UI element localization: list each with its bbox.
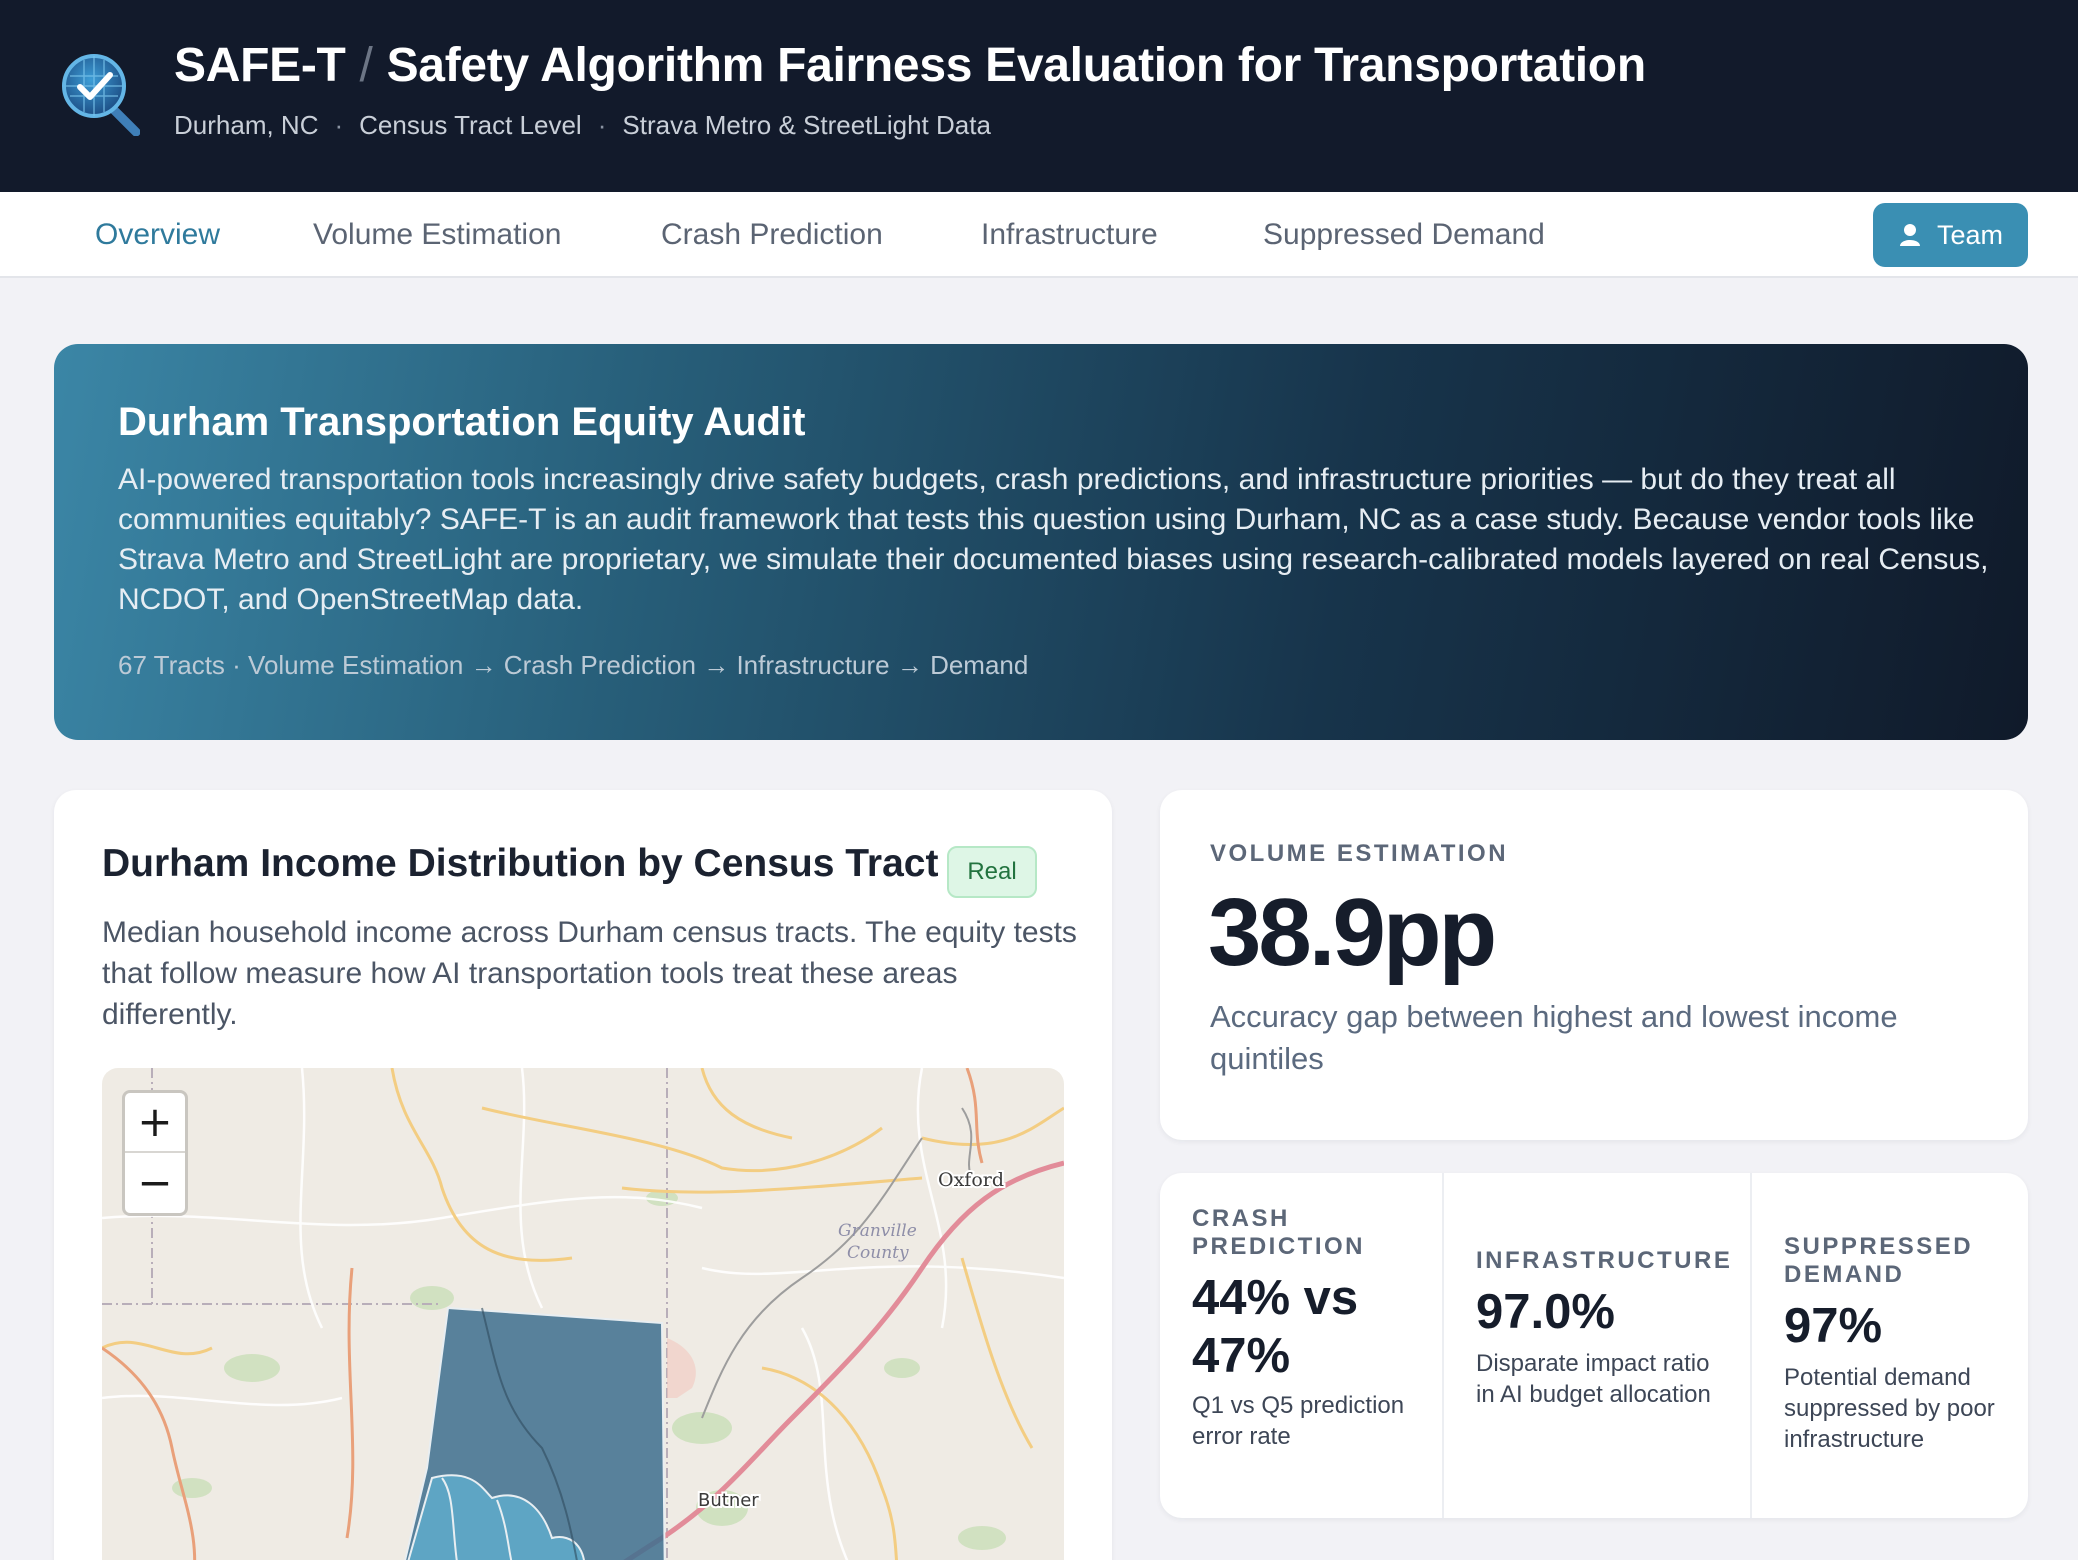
map-label-granville: Granville bbox=[838, 1221, 917, 1241]
location-label: Durham, NC bbox=[174, 110, 319, 140]
map-label-county: County bbox=[847, 1243, 909, 1263]
tab-overview[interactable]: Overview bbox=[95, 192, 220, 278]
team-button[interactable]: Team bbox=[1873, 203, 2028, 267]
hero-pipeline: 67 Tracts · Volume Estimation → Crash Pr… bbox=[118, 650, 1029, 680]
metric-kicker: Suppressed Demand bbox=[1784, 1233, 1974, 1288]
metric-kicker: Infrastructure bbox=[1476, 1247, 1733, 1274]
choropleth-map[interactable]: Oxford Granville County Butner + − bbox=[102, 1068, 1064, 1560]
metric-kicker: Crash Prediction bbox=[1192, 1205, 1366, 1260]
separator-dot: · bbox=[597, 110, 607, 140]
volume-kicker: Volume Estimation bbox=[1210, 840, 1509, 867]
person-icon bbox=[1900, 223, 1920, 246]
app-subtitle: Durham, NC · Census Tract Level · Strava Met… bbox=[174, 110, 991, 141]
metric-description: Disparate impact ratio in AI budget allo… bbox=[1476, 1350, 1711, 1408]
real-data-badge: Real bbox=[947, 846, 1037, 898]
income-map-card: Durham Income Distribution by Census Tra… bbox=[54, 790, 1112, 1560]
zoom-out-button[interactable]: − bbox=[125, 1154, 185, 1214]
magnifier-check-icon bbox=[62, 54, 140, 136]
level-label: Census Tract Level bbox=[359, 110, 582, 140]
metrics-card: Crash Prediction 44% vs 47% Q1 vs Q5 pre… bbox=[1160, 1173, 2028, 1518]
source-label: Strava Metro & StreetLight Data bbox=[622, 110, 991, 140]
tab-crash-prediction[interactable]: Crash Prediction bbox=[661, 192, 883, 278]
volume-description: Accuracy gap between highest and lowest … bbox=[1210, 999, 1898, 1076]
metric-value: 44% vs 47% bbox=[1192, 1271, 1359, 1383]
volume-estimation-card: Volume Estimation 38.9pp Accuracy gap be… bbox=[1160, 790, 2028, 1140]
tab-bar: Overview Volume Estimation Crash Predict… bbox=[0, 192, 2078, 278]
zoom-in-button[interactable]: + bbox=[125, 1093, 185, 1153]
app-full-name: Safety Algorithm Fairness Evaluation for… bbox=[386, 39, 1647, 92]
metric-infrastructure: Infrastructure 97.0% Disparate impact ra… bbox=[1442, 1173, 1750, 1518]
zoom-control: + − bbox=[122, 1090, 188, 1216]
map-card-description: Median household income across Durham ce… bbox=[102, 916, 1077, 1031]
metric-value: 97.0% bbox=[1476, 1285, 1615, 1339]
metric-description: Potential demand suppressed by poor infr… bbox=[1784, 1364, 1995, 1453]
metric-suppressed-demand: Suppressed Demand 97% Potential demand s… bbox=[1750, 1173, 2028, 1518]
tab-suppressed-demand[interactable]: Suppressed Demand bbox=[1263, 192, 1545, 278]
separator-dot: · bbox=[334, 110, 344, 140]
map-label-butner: Butner bbox=[698, 1490, 759, 1511]
tab-infrastructure[interactable]: Infrastructure bbox=[981, 192, 1158, 278]
map-label-oxford: Oxford bbox=[938, 1169, 1004, 1191]
map-canvas[interactable]: Oxford Granville County Butner bbox=[102, 1068, 1064, 1560]
metric-value: 97% bbox=[1784, 1299, 1883, 1353]
app-title: SAFE-T / Safety Algorithm Fairness Evaluat… bbox=[174, 38, 1646, 93]
app-name: SAFE-T bbox=[174, 39, 346, 92]
app-header: SAFE-T / Safety Algorithm Fairness Evaluat… bbox=[0, 0, 2078, 192]
team-button-label: Team bbox=[1937, 220, 2004, 250]
hero-banner: Durham Transportation Equity Audit AI-po… bbox=[54, 344, 2028, 740]
metric-crash-prediction: Crash Prediction 44% vs 47% Q1 vs Q5 pre… bbox=[1160, 1173, 1442, 1518]
tract-partial bbox=[667, 1338, 696, 1398]
title-separator: / bbox=[359, 39, 373, 92]
volume-value: 38.9pp bbox=[1208, 879, 1497, 986]
metric-description: Q1 vs Q5 prediction error rate bbox=[1192, 1392, 1405, 1450]
tab-volume-estimation[interactable]: Volume Estimation bbox=[313, 192, 561, 278]
map-card-title: Durham Income Distribution by Census Tra… bbox=[102, 842, 939, 885]
hero-description: AI-powered transportation tools increasi… bbox=[118, 463, 1989, 616]
hero-title: Durham Transportation Equity Audit bbox=[118, 400, 806, 444]
